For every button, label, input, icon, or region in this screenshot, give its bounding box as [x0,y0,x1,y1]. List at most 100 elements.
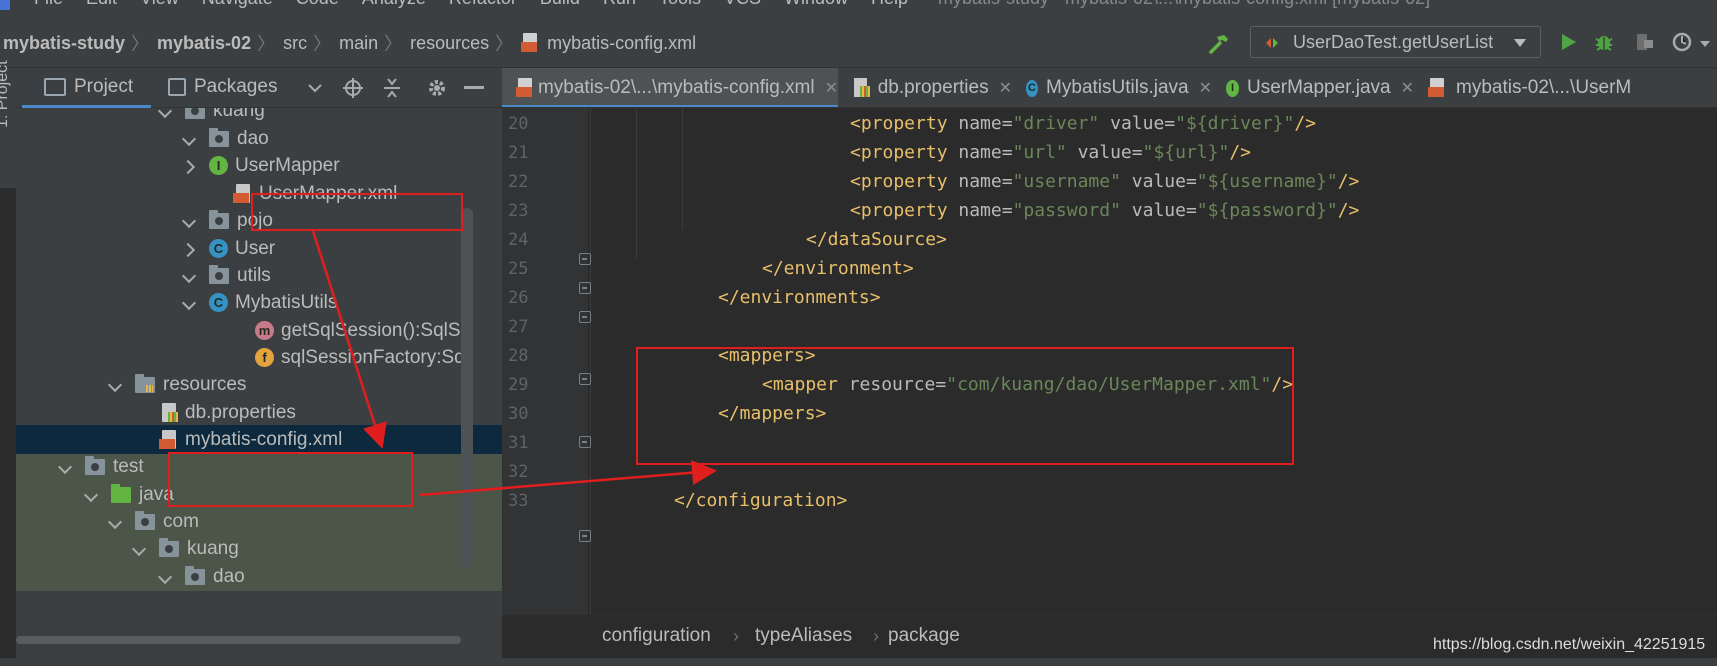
tree-vertical-scrollbar[interactable] [461,208,473,568]
tree-item-label: UserMapper [235,154,340,176]
chevron-down-icon[interactable] [159,108,173,118]
menu-analyze[interactable]: Analyze [362,0,426,9]
code-line: </environments> [718,284,881,312]
menu-view[interactable]: View [140,0,179,9]
tree-item[interactable]: mybatis-config.xml [16,425,502,454]
chevron-down-icon[interactable] [1698,38,1712,50]
run-configuration-selector[interactable]: UserDaoTest.getUserList [1250,26,1541,58]
tab-db-properties[interactable]: db.properties ✕ [838,68,1012,107]
tree-item[interactable]: C MybatisUtils [16,288,502,317]
menu-window[interactable]: Window [784,0,848,9]
chevron-down-icon[interactable] [183,296,197,310]
tab-usermapper-java[interactable]: I UserMapper.java ✕ [1212,68,1414,107]
breadcrumb-src[interactable]: src [283,33,307,54]
chevron-down-icon[interactable] [306,80,324,96]
fold-marker-icon[interactable] [579,436,591,448]
tree-item[interactable]: utils [16,261,502,290]
chevron-right-icon[interactable] [183,159,197,173]
tree-item[interactable]: dao [16,124,502,153]
code-line: <property name="driver" value="${driver}… [850,110,1316,138]
breadcrumb-main[interactable]: main [339,33,378,54]
menu-tools[interactable]: Tools [659,0,701,9]
tree-item[interactable]: C User [16,234,502,263]
tab-project-label: Project [74,76,134,97]
code-token: /> [1294,113,1317,134]
fold-marker-icon[interactable] [579,530,591,542]
tab-packages[interactable]: Packages [168,76,277,98]
breadcrumb-file[interactable]: mybatis-config.xml [547,33,696,54]
source-folder-icon [111,483,131,503]
run-icon[interactable] [1556,30,1580,54]
menu-run[interactable]: Run [603,0,636,9]
profiler-icon[interactable] [1670,30,1694,54]
fold-marker-icon[interactable] [579,373,591,385]
tree-item-label: utils [237,264,271,286]
breadcrumb-module[interactable]: mybatis-02 [157,33,251,54]
tree-item[interactable]: f sqlSessionFactory:Sq [16,343,502,372]
properties-file-icon [852,78,870,98]
breadcrumb-resources[interactable]: resources [410,33,489,54]
coverage-icon[interactable] [1632,30,1656,54]
chevron-down-icon[interactable] [59,460,73,474]
project-tool-button[interactable]: 1: Project [0,60,12,128]
menu-code[interactable]: Code [296,0,339,9]
chevron-down-icon[interactable] [85,488,99,502]
tree-item[interactable]: resources [16,370,502,399]
minimize-icon[interactable] [464,86,484,90]
gear-icon[interactable] [426,77,448,99]
chevron-down-icon[interactable] [183,132,197,146]
chevron-down-icon[interactable] [109,515,123,529]
fold-marker-icon[interactable] [579,311,591,323]
close-icon[interactable]: ✕ [1199,78,1212,98]
interface-icon: I [209,156,228,175]
code-token: value= [1120,171,1197,192]
menu-file[interactable]: File [34,0,63,9]
close-icon[interactable]: ✕ [825,78,838,98]
status-bar [0,658,1717,666]
packages-icon [168,78,186,96]
line-number: 32 [508,462,529,482]
tab-mybatisutils[interactable]: C MybatisUtils.java ✕ [1012,68,1212,107]
fold-marker-icon[interactable] [579,253,591,265]
close-icon[interactable]: ✕ [999,78,1012,98]
breadcrumb-configuration[interactable]: configuration [602,625,711,647]
tab-mybatis-config[interactable]: mybatis-02\...\mybatis-config.xml ✕ [502,68,838,107]
menu-refactor[interactable]: Refactor [449,0,517,9]
chevron-right-icon[interactable] [183,242,197,256]
menu-build[interactable]: Build [540,0,580,9]
project-window-icon [44,78,66,96]
tree-horizontal-scrollbar[interactable] [16,636,461,644]
menu-edit[interactable]: Edit [86,0,117,9]
chevron-down-icon[interactable] [183,214,197,228]
tool-window-strip-empty [0,188,16,666]
chevron-down-icon[interactable] [109,378,123,392]
tree-item[interactable]: I UserMapper [16,151,502,180]
locate-icon[interactable] [342,77,364,99]
tree-item[interactable]: db.properties [16,398,502,427]
menu-vcs[interactable]: VCS [724,0,761,9]
tab-usermapper-xml[interactable]: mybatis-02\...\UserM [1414,68,1717,107]
tab-project[interactable]: Project [21,76,152,108]
close-icon[interactable]: ✕ [1401,78,1414,98]
chevron-down-icon[interactable] [183,269,197,283]
build-hammer-icon[interactable] [1207,32,1231,56]
fold-marker-icon[interactable] [579,282,591,294]
tree-item[interactable]: m getSqlSession():SqlSe [16,316,502,345]
tree-item-label: mybatis-config.xml [185,428,343,450]
menu-help[interactable]: Help [871,0,908,9]
breadcrumb-package[interactable]: package [888,625,960,647]
chevron-down-icon[interactable] [133,542,147,556]
tree-item[interactable]: dao [16,562,502,591]
code-token: name= [958,200,1013,221]
tree-item[interactable]: com [16,507,502,536]
tool-window-strip[interactable]: 1: Project [0,60,16,188]
tree-item[interactable]: kuang [16,108,502,125]
breadcrumb-typealiases[interactable]: typeAliases [755,625,852,647]
menu-navigate[interactable]: Navigate [202,0,273,9]
collapse-all-icon[interactable] [382,77,402,99]
code-token: "${password}" [1196,200,1338,221]
chevron-down-icon[interactable] [159,570,173,584]
tree-item[interactable]: kuang [16,534,502,563]
breadcrumb-project[interactable]: mybatis-study [3,33,125,54]
debug-icon[interactable] [1592,30,1616,54]
